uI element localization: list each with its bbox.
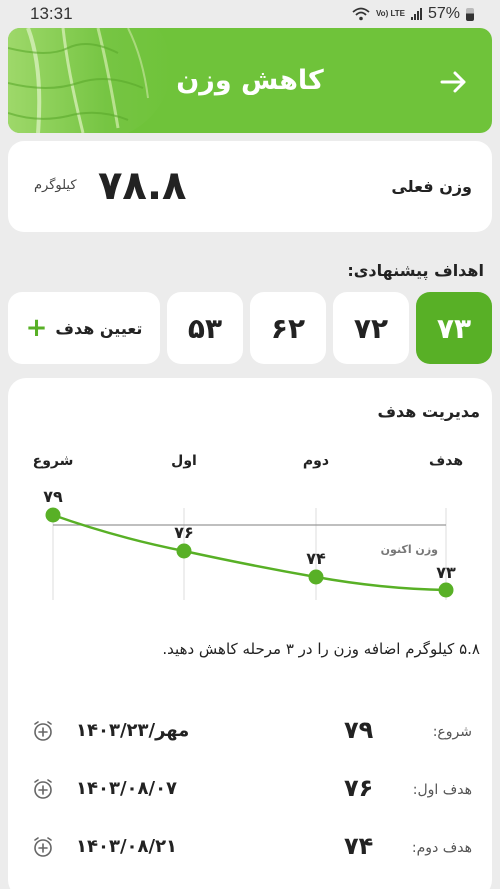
current-weight-unit: کیلوگرم (34, 178, 77, 193)
plus-icon: + (25, 313, 48, 343)
milestone-date: ۱۴۰۳/۰۸/۲۱ (76, 836, 178, 857)
progress-chart-svg: شروع اول دوم هدف ۷۹ ۷۶ ۷۴ ۷۳ وزن اکنون (33, 453, 463, 600)
milestone-row: هدف دوم: ۷۴ ۱۴۰۳/۰۸/۲۱ (8, 828, 492, 868)
milestone-row: شروع: ۷۹ ۱۴۰۳/مهر/۲۳ (8, 712, 492, 752)
status-icons: Vo) LTE 57% (352, 5, 474, 23)
point-value-goal: ۷۳ (436, 563, 456, 582)
current-weight-value: ۷۸.۸ (98, 163, 187, 209)
milestone-value: ۷۶ (344, 774, 374, 802)
goal-management-card: مدیریت هدف شروع اول دوم هدف ۷۹ ۷۶ ۷۴ ۷۳ … (8, 378, 492, 889)
milestone-label: هدف دوم: (411, 840, 472, 856)
goal-summary-text: ۵.۸ کیلوگرم اضافه وزن را در ۳ مرحله کاهش… (162, 640, 480, 658)
milestone-row: هدف اول: ۷۶ ۱۴۰۳/۰۸/۰۷ (8, 770, 492, 810)
current-weight-label: وزن فعلی (391, 177, 472, 196)
stage-label-start: شروع (33, 453, 74, 469)
milestone-label: شروع: (432, 724, 472, 740)
point-value-first: ۷۶ (174, 523, 194, 542)
milestone-value: ۷۴ (344, 832, 374, 860)
header-banner: کاهش وزن (8, 28, 492, 133)
set-goal-label: تعیین هدف (55, 318, 143, 338)
battery-percent: 57% (427, 5, 460, 22)
milestone-label: هدف اول: (412, 782, 472, 798)
milestone-date: ۱۴۰۳/مهر/۲۳ (76, 720, 190, 741)
goal-option-1[interactable]: ۷۳ (416, 292, 492, 364)
add-alarm-icon[interactable] (32, 720, 54, 742)
status-bar: 13:31 Vo) LTE 57% (0, 0, 500, 28)
point-value-second: ۷۴ (306, 549, 326, 568)
progress-chart: شروع اول دوم هدف ۷۹ ۷۶ ۷۴ ۷۳ وزن اکنون (8, 438, 492, 608)
milestone-value: ۷۹ (344, 716, 374, 744)
lte-indicator: Vo) LTE (375, 9, 405, 18)
battery-icon (466, 7, 474, 21)
page-title: کاهش وزن (176, 65, 324, 96)
add-alarm-icon[interactable] (32, 778, 54, 800)
set-goal-button[interactable]: تعیین هدف + (8, 292, 160, 364)
current-weight-line-label: وزن اکنون (381, 543, 438, 556)
add-alarm-icon[interactable] (32, 836, 54, 858)
stage-label-first: اول (171, 453, 197, 469)
signal-icon (410, 8, 422, 20)
goal-management-title: مدیریت هدف (377, 402, 480, 421)
wifi-icon (352, 7, 370, 21)
milestone-date: ۱۴۰۳/۰۸/۰۷ (76, 778, 178, 799)
status-time: 13:31 (30, 4, 73, 23)
stage-label-goal: هدف (429, 453, 463, 469)
goal-option-4[interactable]: ۵۳ (167, 292, 243, 364)
forward-arrow-icon[interactable] (438, 66, 470, 98)
current-weight-card: وزن فعلی ۷۸.۸ کیلوگرم (8, 141, 492, 232)
suggested-goals-label: اهداف پیشنهادی: (347, 261, 484, 280)
goal-option-2[interactable]: ۷۲ (333, 292, 409, 364)
goal-option-3[interactable]: ۶۲ (250, 292, 326, 364)
stage-label-second: دوم (303, 453, 329, 469)
point-value-start: ۷۹ (43, 487, 63, 506)
